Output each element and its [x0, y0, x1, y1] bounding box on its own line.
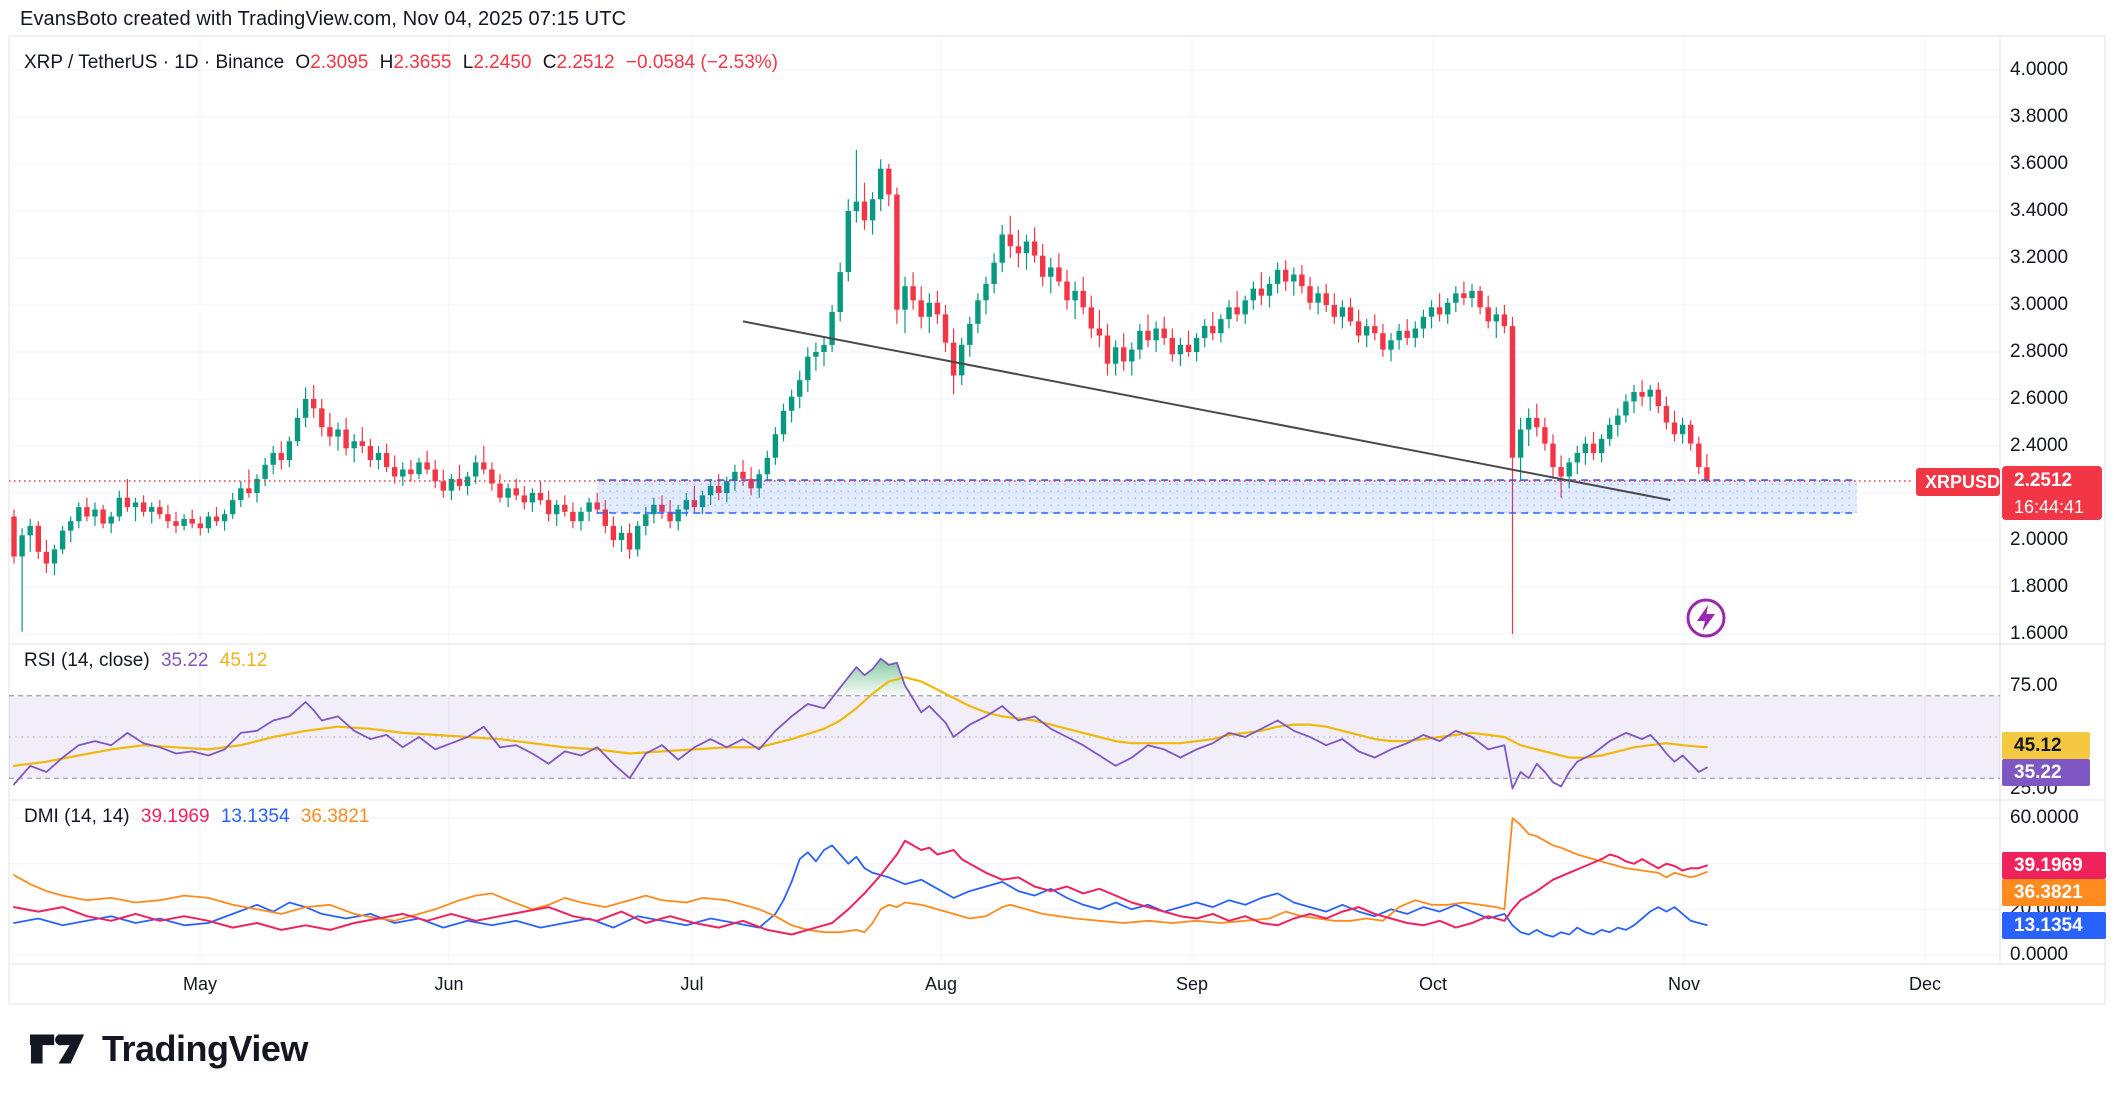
- low-value: 2.2450: [473, 52, 531, 73]
- dmi-axis-label: 60.0000: [2010, 807, 2079, 829]
- high-value: 2.3655: [393, 52, 451, 73]
- last-price-value: 2.2512: [2014, 468, 2102, 494]
- time-axis-label: Sep: [1176, 974, 1208, 995]
- dmi-legend[interactable]: DMI (14, 14) 39.1969 13.1354 36.3821: [24, 806, 376, 828]
- bar-countdown: 16:44:41: [2014, 494, 2102, 520]
- close-label: C: [543, 52, 557, 73]
- time-axis-label: Nov: [1668, 974, 1700, 995]
- rsi-value-tag: 35.22: [2002, 759, 2090, 786]
- price-axis-label: 2.8000: [2010, 341, 2068, 363]
- dmi-blue-tag: 13.1354: [2002, 912, 2106, 939]
- symbol-info-bar[interactable]: XRP / TetherUS · 1D · Binance O2.3095 H2…: [24, 52, 784, 74]
- price-axis-label: 4.0000: [2010, 59, 2068, 81]
- footer-branding[interactable]: TradingView: [30, 1028, 308, 1070]
- rsi-value: 35.22: [161, 650, 209, 671]
- open-label: O: [295, 52, 310, 73]
- time-axis-label: Jun: [434, 974, 463, 995]
- chart-root: XRP / TetherUS · 1D · Binance O2.3095 H2…: [0, 0, 2114, 1094]
- close-value: 2.2512: [556, 52, 614, 73]
- rsi-ma-value: 45.12: [220, 650, 268, 671]
- flash-idea-button[interactable]: [1683, 595, 1729, 641]
- rsi-ma-tag: 45.12: [2002, 732, 2090, 759]
- rsi-axis-label: 75.00: [2010, 675, 2058, 697]
- dmi-pink-tag: 39.1969: [2002, 852, 2106, 879]
- open-value: 2.3095: [310, 52, 368, 73]
- price-axis-label: 2.6000: [2010, 388, 2068, 410]
- price-axis-label: 1.8000: [2010, 576, 2068, 598]
- low-label: L: [463, 52, 474, 73]
- price-axis-label: 3.8000: [2010, 106, 2068, 128]
- brand-wordmark: TradingView: [102, 1028, 308, 1070]
- price-axis-label: 3.4000: [2010, 200, 2068, 222]
- rsi-title[interactable]: RSI (14, close): [24, 650, 150, 671]
- time-axis-label: Oct: [1419, 974, 1447, 995]
- change-value: −0.0584 (−2.53%): [626, 52, 778, 73]
- dmi-blue-value: 13.1354: [221, 806, 290, 827]
- last-price-tag: 2.2512 16:44:41: [2002, 466, 2102, 520]
- tradingview-logo-icon: [30, 1029, 88, 1069]
- price-chart-canvas[interactable]: [0, 0, 2114, 1094]
- price-axis-label: 2.4000: [2010, 435, 2068, 457]
- time-axis-label: May: [183, 974, 217, 995]
- price-axis-label: 3.6000: [2010, 153, 2068, 175]
- rsi-legend[interactable]: RSI (14, close) 35.22 45.12: [24, 650, 273, 672]
- time-axis-label: Aug: [925, 974, 957, 995]
- high-label: H: [380, 52, 394, 73]
- dmi-axis-label: 0.0000: [2010, 944, 2068, 966]
- symbol-price-tag: XRPUSDT: [1916, 468, 2000, 496]
- dmi-title[interactable]: DMI (14, 14): [24, 806, 130, 827]
- price-axis-label: 3.0000: [2010, 294, 2068, 316]
- dmi-orange-value: 36.3821: [301, 806, 370, 827]
- dmi-pink-value: 39.1969: [141, 806, 210, 827]
- dmi-orange-tag: 36.3821: [2002, 879, 2106, 906]
- price-axis-label: 2.0000: [2010, 529, 2068, 551]
- tradingview-chart-page: EvansBoto created with TradingView.com, …: [0, 0, 2114, 1094]
- time-axis-label: Jul: [680, 974, 703, 995]
- lightning-icon: [1683, 595, 1729, 641]
- price-axis-label: 1.6000: [2010, 623, 2068, 645]
- time-axis-label: Dec: [1909, 974, 1941, 995]
- symbol-title[interactable]: XRP / TetherUS · 1D · Binance: [24, 52, 284, 73]
- price-axis-label: 3.2000: [2010, 247, 2068, 269]
